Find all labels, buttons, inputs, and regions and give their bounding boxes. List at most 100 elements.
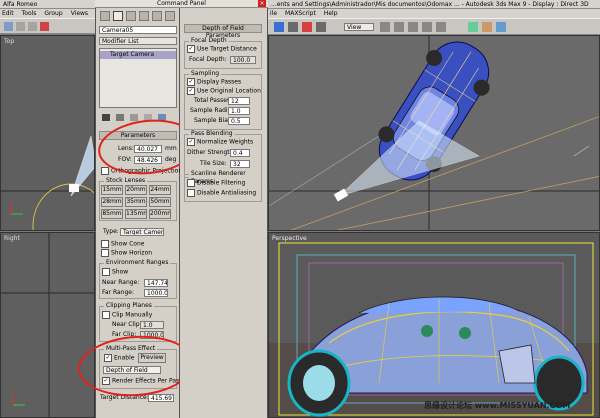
normalize-weights-checkbox[interactable]: ✓ Normalize Weights xyxy=(187,138,253,147)
focal-depth-spinner[interactable]: 100.0 xyxy=(230,56,256,64)
bind-icon[interactable] xyxy=(40,22,49,31)
object-name-field[interactable]: Camera05 xyxy=(99,26,177,34)
link-icon[interactable] xyxy=(16,22,25,31)
stock-lenses-title: Stock Lenses xyxy=(104,177,148,185)
utilities-tab-icon[interactable] xyxy=(165,11,175,21)
car-top-view xyxy=(269,36,599,230)
stack-item-target-camera[interactable]: Target Camera xyxy=(100,51,176,59)
motion-tab-icon[interactable] xyxy=(139,11,149,21)
menu-group[interactable]: Group xyxy=(44,10,62,17)
snap-icon[interactable] xyxy=(394,22,404,32)
menu-tools[interactable]: Tools xyxy=(22,10,37,17)
lens-28mm-button[interactable]: 28mm xyxy=(101,197,123,207)
lens-24mm-button[interactable]: 24mm xyxy=(149,185,171,195)
max-window-title: ...ents and Settings\Administrador\Mis d… xyxy=(271,1,589,8)
lens-35mm-button[interactable]: 35mm xyxy=(125,197,147,207)
target-distance-spinner[interactable]: 415.697 xyxy=(148,394,174,402)
show-cone-checkbox[interactable]: Show Cone xyxy=(101,240,144,249)
scale-icon[interactable] xyxy=(316,22,326,32)
dither-strength-spinner[interactable]: 0.4 xyxy=(230,149,250,157)
perspective-viewport[interactable]: Perspective xyxy=(268,232,600,418)
near-range-spinner[interactable]: 147.74 xyxy=(144,279,168,287)
angle-snap-icon[interactable] xyxy=(408,22,418,32)
create-tab-icon[interactable] xyxy=(100,11,110,21)
max-menu-help[interactable]: Help xyxy=(324,10,338,17)
normalize-weights-label: Normalize Weights xyxy=(197,138,254,146)
command-panel-tabs xyxy=(98,10,176,23)
move-icon[interactable] xyxy=(288,22,298,32)
align-icon[interactable] xyxy=(436,22,446,32)
max-toolbar: View xyxy=(268,18,600,35)
dither-strength-label: Dither Strength: xyxy=(187,149,236,156)
disable-filtering-checkbox[interactable]: Disable Filtering xyxy=(187,179,245,188)
environment-ranges-title: Environment Ranges xyxy=(104,259,171,267)
menu-bar: Edit Tools Group Views xyxy=(0,9,95,18)
menu-views[interactable]: Views xyxy=(71,10,88,17)
sample-radius-spinner[interactable]: 1.0 xyxy=(228,107,250,115)
modify-tab-icon[interactable] xyxy=(113,11,123,21)
right-viewport[interactable]: Right xyxy=(0,232,95,418)
sample-bias-spinner[interactable]: 0.5 xyxy=(228,117,250,125)
disable-filtering-label: Disable Filtering xyxy=(197,179,246,187)
render-setup-icon[interactable] xyxy=(482,22,492,32)
select-icon[interactable] xyxy=(274,22,284,32)
max-title-bar: ...ents and Settings\Administrador\Mis d… xyxy=(268,0,600,9)
env-show-checkbox[interactable]: Show xyxy=(102,268,128,277)
unlink-icon[interactable] xyxy=(28,22,37,31)
modifier-stack: Target Camera xyxy=(99,48,177,108)
perspective-viewport-label: Perspective xyxy=(272,235,307,242)
show-end-result-icon[interactable] xyxy=(116,114,124,121)
sampling-title: Sampling xyxy=(189,70,222,78)
use-original-location-label: Use Original Location xyxy=(197,87,261,95)
material-editor-icon[interactable] xyxy=(468,22,478,32)
top-viewport[interactable]: Top xyxy=(0,35,95,231)
lens-50mm-button[interactable]: 50mm xyxy=(149,197,171,207)
lens-200mm-button[interactable]: 200mm xyxy=(149,209,171,219)
quick-render-icon[interactable] xyxy=(496,22,506,32)
display-tab-icon[interactable] xyxy=(152,11,162,21)
tile-size-label: Tile Size: xyxy=(200,160,227,167)
dof-rollout-header[interactable]: Depth of Field Parameters xyxy=(184,24,262,39)
lens-85mm-button[interactable]: 85mm xyxy=(101,209,123,219)
clip-manually-checkbox[interactable]: Clip Manually xyxy=(102,311,152,320)
lens-15mm-button[interactable]: 15mm xyxy=(101,185,123,195)
far-range-label: Far Range: xyxy=(102,289,134,296)
tile-size-spinner[interactable]: 32 xyxy=(230,160,250,168)
use-target-distance-checkbox[interactable]: ✓ Use Target Distance xyxy=(187,45,257,54)
pin-stack-icon[interactable] xyxy=(102,114,110,121)
hierarchy-tab-icon[interactable] xyxy=(126,11,136,21)
total-passes-spinner[interactable]: 12 xyxy=(228,97,250,105)
right-viewport-grid xyxy=(1,233,94,417)
clip-manually-label: Clip Manually xyxy=(112,311,153,319)
pivot-icon[interactable] xyxy=(380,22,390,32)
disable-antialiasing-checkbox[interactable]: Disable Antialiasing xyxy=(187,189,256,198)
floating-command-panel-title: Command Panel xyxy=(95,0,268,8)
main-toolbar xyxy=(0,18,95,34)
undo-icon[interactable] xyxy=(4,22,13,31)
pass-blending-title: Pass Blending xyxy=(189,130,235,138)
camera-type-dropdown[interactable]: Target Camera xyxy=(120,228,164,236)
close-icon[interactable]: × xyxy=(258,0,266,7)
show-horizon-checkbox[interactable]: Show Horizon xyxy=(101,249,152,258)
mirror-icon[interactable] xyxy=(422,22,432,32)
lens-20mm-button[interactable]: 20mm xyxy=(125,185,147,195)
top-right-viewport[interactable] xyxy=(268,35,600,231)
max-menu-maxscript[interactable]: MAXScript xyxy=(285,10,316,17)
rotate-icon[interactable] xyxy=(302,22,312,32)
near-clip-label: Near Clip: xyxy=(112,321,142,328)
far-range-spinner[interactable]: 1000.0 xyxy=(144,289,168,297)
top-viewport-grid xyxy=(1,135,94,230)
menu-edit[interactable]: Edit xyxy=(2,10,14,17)
near-range-label: Near Range: xyxy=(102,279,140,286)
use-original-location-checkbox[interactable]: ✓ Use Original Location xyxy=(187,87,261,96)
lens-135mm-button[interactable]: 135mm xyxy=(125,209,147,219)
make-unique-icon[interactable] xyxy=(130,114,138,121)
disable-antialiasing-label: Disable Antialiasing xyxy=(197,189,257,197)
reference-coord-dropdown[interactable]: View xyxy=(344,23,374,31)
max-menu-file[interactable]: ile xyxy=(270,10,277,17)
window-title: Alfa Romeo xyxy=(3,1,38,8)
near-clip-spinner[interactable]: 1.0 xyxy=(140,321,164,329)
modifier-list-dropdown[interactable]: Modifier List xyxy=(99,37,177,45)
display-passes-checkbox[interactable]: ✓ Display Passes xyxy=(187,78,241,87)
window-title-bar: Alfa Romeo xyxy=(0,0,95,9)
